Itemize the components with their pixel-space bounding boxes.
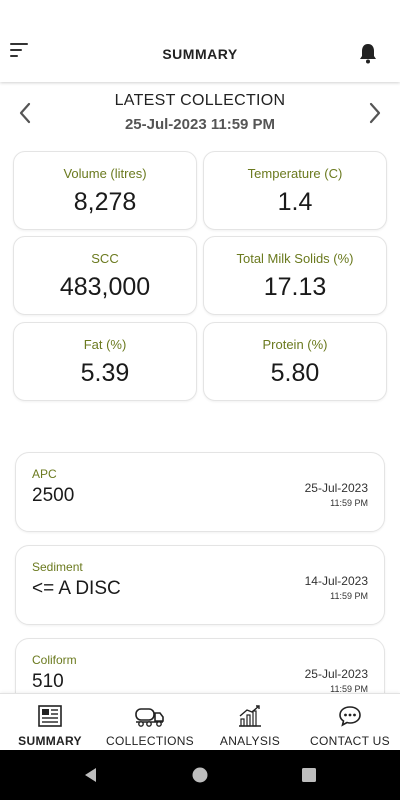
metric-value: 5.80 — [270, 359, 320, 387]
test-date: 25-Jul-2023 — [304, 667, 368, 681]
nav-item-contact-us[interactable]: CONTACT US — [300, 694, 400, 751]
nav-label: ANALYSIS — [219, 734, 281, 748]
milk-tanker-icon — [134, 704, 166, 728]
metric-label: Temperature (C) — [247, 166, 343, 181]
test-label: Coliform — [32, 653, 77, 667]
metric-value: 483,000 — [59, 273, 151, 301]
analysis-chart-icon — [237, 704, 263, 728]
test-label: Sediment — [32, 560, 83, 574]
test-date: 25-Jul-2023 — [304, 481, 368, 495]
latest-collection-title: LATEST COLLECTION — [114, 92, 286, 109]
page-title: SUMMARY — [162, 46, 238, 62]
metric-label: Fat (%) — [83, 337, 127, 352]
metric-card-temperature: Temperature (C) 1.4 — [203, 151, 387, 230]
nav-label: CONTACT US — [310, 734, 390, 748]
test-value: <= A DISC — [32, 578, 121, 599]
nav-label: COLLECTIONS — [106, 734, 194, 748]
nav-item-analysis[interactable]: ANALYSIS — [210, 694, 290, 751]
nav-label: SUMMARY — [18, 734, 82, 748]
metric-label: Total Milk Solids (%) — [236, 251, 354, 266]
metric-card-total-milk-solids: Total Milk Solids (%) 17.13 — [203, 236, 387, 315]
recents-square-icon[interactable] — [300, 766, 318, 784]
metric-label: Protein (%) — [262, 337, 328, 352]
metric-value: 5.39 — [80, 359, 130, 387]
test-card-apc[interactable]: APC 2500 25-Jul-2023 11:59 PM — [15, 452, 385, 532]
home-circle-icon[interactable] — [191, 766, 209, 784]
metric-card-volume: Volume (litres) 8,278 — [13, 151, 197, 230]
metric-value: 1.4 — [277, 188, 313, 216]
android-system-bar — [0, 750, 400, 800]
latest-collection-header: LATEST COLLECTION 25-Jul-2023 11:59 PM — [0, 92, 400, 140]
test-time: 11:59 PM — [330, 591, 368, 601]
test-value: 510 — [32, 671, 64, 692]
test-date: 14-Jul-2023 — [304, 574, 368, 588]
metric-card-scc: SCC 483,000 — [13, 236, 197, 315]
test-time: 11:59 PM — [330, 498, 368, 508]
back-triangle-icon[interactable] — [82, 766, 100, 784]
test-value: 2500 — [32, 485, 75, 506]
metric-card-fat: Fat (%) 5.39 — [13, 322, 197, 401]
nav-item-collections[interactable]: COLLECTIONS — [100, 694, 200, 751]
test-card-sediment[interactable]: Sediment <= A DISC 14-Jul-2023 11:59 PM — [15, 545, 385, 625]
nav-item-summary[interactable]: SUMMARY — [8, 694, 92, 751]
chat-icon — [337, 704, 363, 728]
summary-icon — [37, 704, 63, 728]
metric-card-protein: Protein (%) 5.80 — [203, 322, 387, 401]
chevron-right-icon[interactable] — [364, 100, 386, 126]
bell-icon[interactable] — [358, 42, 378, 64]
test-label: APC — [32, 467, 57, 481]
metric-label: Volume (litres) — [63, 166, 147, 181]
bottom-navigation: SUMMARY COLLECTIONS ANALYSIS CONTACT US — [0, 693, 400, 750]
metric-label: SCC — [91, 251, 119, 266]
metric-value: 17.13 — [263, 273, 327, 301]
latest-collection-date: 25-Jul-2023 11:59 PM — [124, 116, 276, 133]
metric-value: 8,278 — [73, 188, 137, 216]
top-app-bar: SUMMARY — [0, 0, 400, 82]
